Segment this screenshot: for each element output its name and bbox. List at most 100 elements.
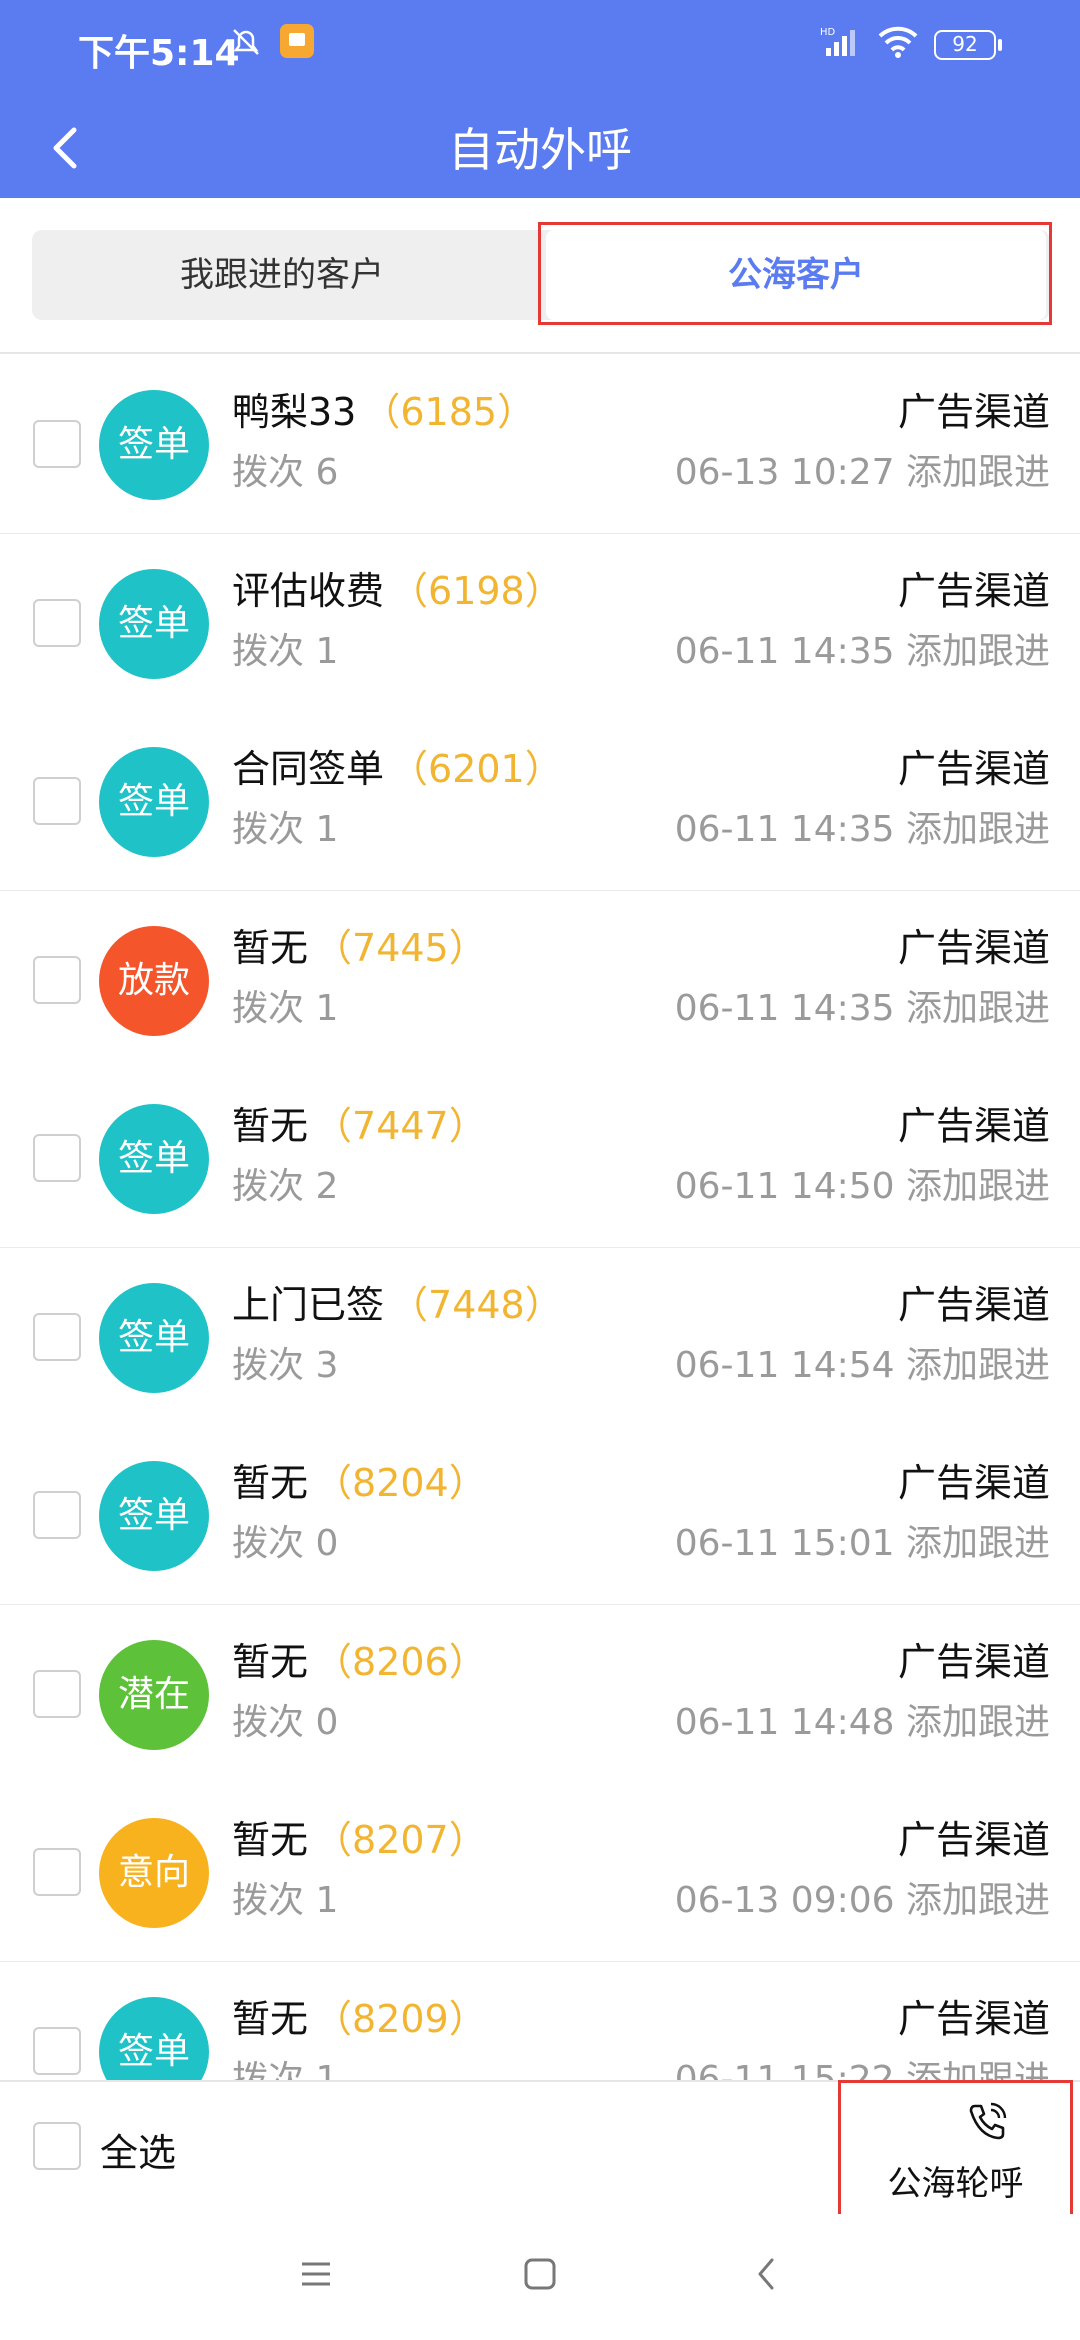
dial-count-value: 3 [315, 1345, 339, 1386]
customer-id: （7448） [390, 1283, 563, 1327]
customer-name: 暂无 （8209） [232, 1988, 487, 2043]
menu-icon[interactable] [298, 2256, 334, 2292]
followup-info: 06-11 14:35 添加跟进 [675, 800, 1050, 852]
followup-time: 06-13 10:27 [674, 452, 895, 493]
customer-row[interactable]: 潜在 暂无 （8206） 拨次 0 广告渠道 06-11 14:48 添加跟进 [0, 1605, 1080, 1785]
customer-row[interactable]: 签单 合同签单 （6201） 拨次 1 广告渠道 06-11 14:35 添加跟进 [0, 712, 1080, 892]
followup-time: 06-11 14:35 [674, 631, 895, 672]
row-checkbox[interactable] [33, 420, 81, 468]
customer-name: 暂无 （8207） [232, 1809, 487, 1864]
dial-label: 拨次 [232, 631, 305, 672]
row-checkbox[interactable] [33, 1848, 81, 1896]
channel-label: 广告渠道 [897, 926, 1050, 970]
customer-name-text: 暂无 [232, 1461, 309, 1505]
followup-info: 06-13 10:27 添加跟进 [675, 443, 1050, 495]
status-label: 签单 [117, 603, 190, 644]
dial-count-value: 0 [315, 1702, 339, 1743]
customer-name-text: 暂无 [232, 1104, 309, 1148]
customer-row[interactable]: 签单 暂无 （8204） 拨次 0 广告渠道 06-11 15:01 添加跟进 [0, 1426, 1080, 1606]
customer-name-text: 暂无 [232, 1818, 309, 1862]
row-checkbox[interactable] [33, 1670, 81, 1718]
customer-row[interactable]: 签单 鸭梨33 （6185） 拨次 6 广告渠道 06-13 10:27 添加跟进 [0, 355, 1080, 535]
status-label: 签单 [117, 1138, 190, 1179]
add-followup-link[interactable]: 添加跟进 [906, 631, 1050, 672]
customer-id: （6185） [362, 390, 536, 434]
row-checkbox[interactable] [33, 599, 81, 647]
dial-count: 拨次 1 [232, 1871, 338, 1923]
page-title: 自动外呼 [448, 123, 632, 177]
tab-my-customers[interactable]: 我跟进的客户 [32, 230, 532, 320]
select-all-label[interactable]: 全选 [100, 2122, 176, 2177]
customer-row[interactable]: 签单 评估收费 （6198） 拨次 1 广告渠道 06-11 14:35 添加跟进 [0, 534, 1080, 714]
dial-label: 拨次 [232, 1345, 305, 1386]
followup-time: 06-11 14:50 [674, 1166, 895, 1207]
customer-name-text: 合同签单 [232, 747, 385, 791]
add-followup-link[interactable]: 添加跟进 [906, 1702, 1050, 1743]
add-followup-link[interactable]: 添加跟进 [906, 1345, 1050, 1386]
notification-app-icon [280, 24, 314, 58]
row-checkbox[interactable] [33, 777, 81, 825]
add-followup-link[interactable]: 添加跟进 [906, 988, 1050, 1029]
select-all-checkbox[interactable] [33, 2122, 81, 2170]
customer-row[interactable]: 意向 暂无 （8207） 拨次 1 广告渠道 06-13 09:06 添加跟进 [0, 1783, 1080, 1963]
battery-indicator: 92 [934, 30, 996, 60]
battery-tip [998, 39, 1002, 51]
row-checkbox[interactable] [33, 956, 81, 1004]
dial-count: 拨次 3 [232, 1336, 338, 1388]
add-followup-link[interactable]: 添加跟进 [906, 1523, 1050, 1564]
dial-count-value: 6 [315, 452, 339, 493]
add-followup-link[interactable]: 添加跟进 [906, 452, 1050, 493]
customer-row[interactable]: 签单 上门已签 （7448） 拨次 3 广告渠道 06-11 14:54 添加跟进 [0, 1248, 1080, 1428]
status-badge: 签单 [99, 569, 209, 679]
dial-label: 拨次 [232, 1702, 305, 1743]
row-checkbox[interactable] [33, 1491, 81, 1539]
channel-label: 广告渠道 [897, 1283, 1050, 1327]
back-nav-icon[interactable] [748, 2256, 784, 2292]
customer-name: 暂无 （8204） [232, 1452, 487, 1507]
divider [0, 352, 1080, 354]
status-label: 放款 [117, 960, 190, 1001]
channel-label: 广告渠道 [897, 1818, 1050, 1862]
customer-row[interactable]: 放款 暂无 （7445） 拨次 1 广告渠道 06-11 14:35 添加跟进 [0, 891, 1080, 1071]
channel-label: 广告渠道 [897, 390, 1050, 434]
row-checkbox[interactable] [33, 1313, 81, 1361]
customer-row[interactable]: 签单 暂无 （7447） 拨次 2 广告渠道 06-11 14:50 添加跟进 [0, 1069, 1080, 1249]
dial-count: 拨次 0 [232, 1514, 338, 1566]
status-badge: 签单 [99, 1283, 209, 1393]
dial-count: 拨次 1 [232, 979, 338, 1031]
followup-info: 06-11 14:54 添加跟进 [675, 1336, 1050, 1388]
highlight-box-tab [538, 222, 1052, 325]
dial-label: 拨次 [232, 809, 305, 850]
followup-info: 06-11 14:48 添加跟进 [675, 1693, 1050, 1745]
dial-count: 拨次 1 [232, 800, 338, 852]
customer-name-text: 上门已签 [232, 1283, 385, 1327]
status-label: 签单 [117, 424, 190, 465]
bell-off-icon [233, 29, 259, 55]
dial-count: 拨次 2 [232, 1157, 338, 1209]
followup-info: 06-13 09:06 添加跟进 [675, 1871, 1050, 1923]
add-followup-link[interactable]: 添加跟进 [906, 1880, 1050, 1921]
followup-info: 06-11 15:01 添加跟进 [675, 1514, 1050, 1566]
dial-count: 拨次 1 [232, 622, 338, 674]
dial-count-value: 1 [315, 1880, 339, 1921]
followup-info: 06-11 14:50 添加跟进 [675, 1157, 1050, 1209]
status-label: 签单 [117, 1317, 190, 1358]
battery-level: 92 [952, 32, 978, 56]
status-label: 潜在 [117, 1674, 190, 1715]
status-badge: 潜在 [99, 1640, 209, 1750]
customer-id: （6201） [390, 747, 563, 791]
customer-id: （7445） [314, 926, 487, 970]
channel-label: 广告渠道 [897, 569, 1050, 613]
row-checkbox[interactable] [33, 1134, 81, 1182]
followup-time: 06-11 14:35 [674, 809, 895, 850]
signal-icon: HD [820, 27, 855, 56]
customer-id: （8206） [314, 1640, 487, 1684]
row-checkbox[interactable] [33, 2027, 81, 2075]
status-label: 意向 [117, 1852, 190, 1893]
add-followup-link[interactable]: 添加跟进 [906, 809, 1050, 850]
followup-time: 06-11 14:48 [674, 1702, 895, 1743]
home-square-icon[interactable] [522, 2256, 558, 2292]
followup-time: 06-13 09:06 [674, 1880, 895, 1921]
nav-bar: 自动外呼 [0, 100, 1080, 198]
add-followup-link[interactable]: 添加跟进 [906, 1166, 1050, 1207]
